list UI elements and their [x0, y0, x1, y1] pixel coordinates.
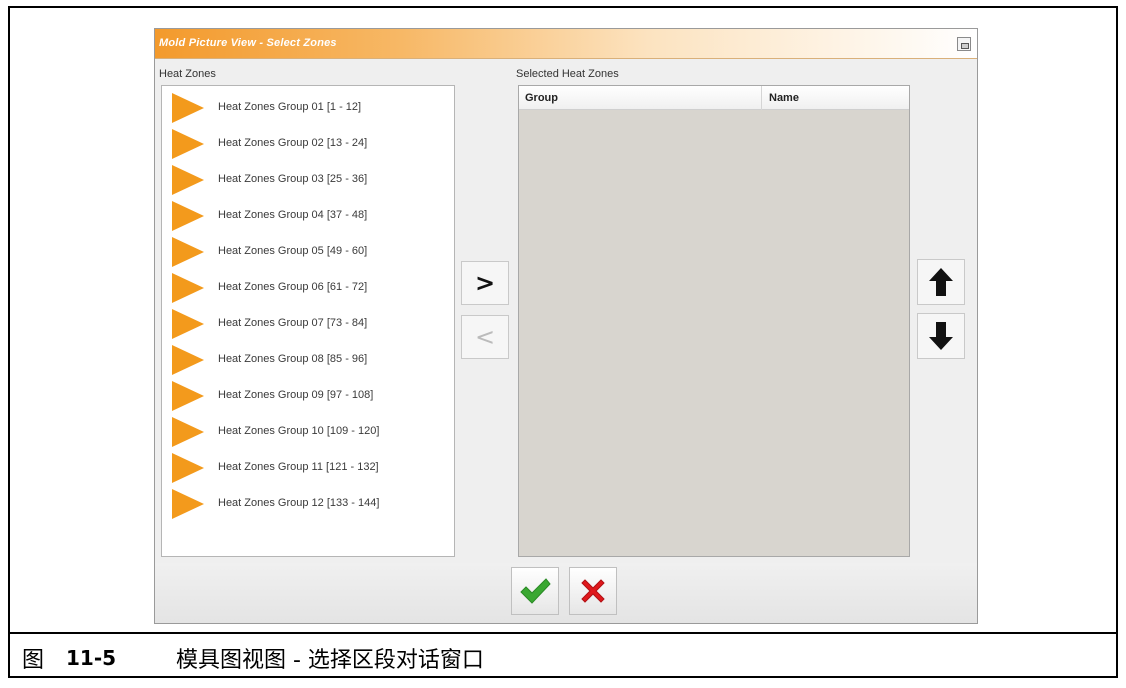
zone-label: Heat Zones Group 08 [85 - 96]	[218, 353, 368, 365]
table-header: Group Name	[519, 86, 909, 110]
dialog-title: Mold Picture View - Select Zones	[159, 37, 337, 49]
orange-triangle-icon	[172, 237, 204, 267]
list-item[interactable]: Heat Zones Group 04 [37 - 48]	[162, 198, 454, 232]
selected-heat-zones-label: Selected Heat Zones	[516, 68, 619, 80]
orange-triangle-icon	[172, 273, 204, 303]
orange-triangle-icon	[172, 453, 204, 483]
list-item[interactable]: Heat Zones Group 02 [13 - 24]	[162, 126, 454, 160]
orange-triangle-icon	[172, 93, 204, 123]
figure-number: 11-5	[66, 646, 117, 670]
ok-button[interactable]	[511, 567, 559, 615]
zone-label: Heat Zones Group 02 [13 - 24]	[218, 137, 368, 149]
list-item[interactable]: Heat Zones Group 11 [121 - 132]	[162, 450, 454, 484]
orange-triangle-icon	[172, 417, 204, 447]
zone-label: Heat Zones Group 06 [61 - 72]	[218, 281, 368, 293]
list-item[interactable]: Heat Zones Group 01 [1 - 12]	[162, 90, 454, 124]
zone-label: Heat Zones Group 09 [97 - 108]	[218, 389, 374, 401]
selected-heat-zones-table[interactable]: Group Name	[518, 85, 910, 557]
orange-triangle-icon	[172, 129, 204, 159]
caption-divider	[8, 632, 1118, 634]
list-item[interactable]: Heat Zones Group 10 [109 - 120]	[162, 414, 454, 448]
column-header-name[interactable]: Name	[769, 92, 799, 104]
figure-title: 模具图视图 - 选择区段对话窗口	[176, 648, 484, 673]
checkmark-icon	[520, 578, 551, 604]
figure-word: 图	[22, 648, 45, 673]
orange-triangle-icon	[172, 165, 204, 195]
arrow-up-icon	[929, 268, 953, 296]
x-icon	[581, 579, 605, 603]
move-up-button[interactable]	[917, 259, 965, 305]
list-item[interactable]: Heat Zones Group 09 [97 - 108]	[162, 378, 454, 412]
list-item[interactable]: Heat Zones Group 06 [61 - 72]	[162, 270, 454, 304]
list-item[interactable]: Heat Zones Group 03 [25 - 36]	[162, 162, 454, 196]
zone-label: Heat Zones Group 10 [109 - 120]	[218, 425, 380, 437]
zone-label: Heat Zones Group 07 [73 - 84]	[218, 317, 368, 329]
select-zones-dialog: Mold Picture View - Select Zones Heat Zo…	[154, 28, 978, 624]
orange-triangle-icon	[172, 201, 204, 231]
add-zone-button[interactable]: >	[461, 261, 509, 305]
zone-label: Heat Zones Group 11 [121 - 132]	[218, 461, 379, 473]
column-divider	[761, 86, 762, 110]
list-item[interactable]: Heat Zones Group 08 [85 - 96]	[162, 342, 454, 376]
list-item[interactable]: Heat Zones Group 05 [49 - 60]	[162, 234, 454, 268]
zone-label: Heat Zones Group 04 [37 - 48]	[218, 209, 368, 221]
move-down-button[interactable]	[917, 313, 965, 359]
orange-triangle-icon	[172, 345, 204, 375]
orange-triangle-icon	[172, 489, 204, 519]
column-header-group[interactable]: Group	[525, 92, 558, 104]
arrow-down-icon	[929, 322, 953, 350]
zone-label: Heat Zones Group 12 [133 - 144]	[218, 497, 380, 509]
remove-zone-button[interactable]: <	[461, 315, 509, 359]
orange-triangle-icon	[172, 309, 204, 339]
list-item[interactable]: Heat Zones Group 12 [133 - 144]	[162, 486, 454, 520]
zone-label: Heat Zones Group 03 [25 - 36]	[218, 173, 368, 185]
orange-triangle-icon	[172, 381, 204, 411]
figure-caption: 图 11-5 模具图视图 - 选择区段对话窗口	[22, 640, 484, 676]
list-item[interactable]: Heat Zones Group 07 [73 - 84]	[162, 306, 454, 340]
heat-zones-list[interactable]: Heat Zones Group 01 [1 - 12] Heat Zones …	[161, 85, 455, 557]
zone-label: Heat Zones Group 01 [1 - 12]	[218, 101, 362, 113]
dialog-titlebar: Mold Picture View - Select Zones	[155, 29, 977, 59]
heat-zones-label: Heat Zones	[159, 68, 216, 80]
dialog-button-bar	[155, 563, 977, 623]
restore-window-icon[interactable]	[957, 37, 971, 51]
cancel-button[interactable]	[569, 567, 617, 615]
zone-label: Heat Zones Group 05 [49 - 60]	[218, 245, 368, 257]
